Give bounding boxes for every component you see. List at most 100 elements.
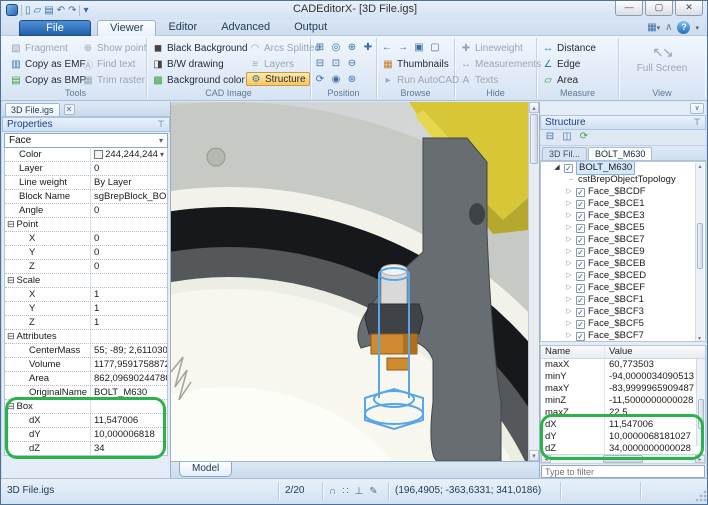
- collapsed-icon[interactable]: ▷: [565, 210, 573, 222]
- checkbox-checked[interactable]: ✓: [576, 248, 585, 257]
- collapse-icon[interactable]: ⊟: [7, 275, 15, 285]
- collapse-panel-icon[interactable]: ∨: [690, 103, 704, 114]
- run-autocad-button[interactable]: ▸Run AutoCAD: [379, 73, 462, 87]
- property-row-scale-z[interactable]: Z1: [5, 316, 167, 330]
- find-text-button[interactable]: ⒶFind text: [79, 57, 138, 71]
- category-row-box[interactable]: ⊟Box: [5, 400, 167, 414]
- category-row-attributes[interactable]: ⊟Attributes: [5, 330, 167, 344]
- checkbox-checked[interactable]: ✓: [576, 200, 585, 209]
- restore-button[interactable]: ▢: [645, 1, 673, 16]
- skin-selector-icon[interactable]: ▦▾: [647, 22, 660, 33]
- face-label[interactable]: Face_$BCF5: [588, 318, 644, 330]
- table-scrollbar[interactable]: [696, 359, 705, 446]
- property-row-layer[interactable]: Layer0: [5, 162, 167, 176]
- resize-grip[interactable]: [695, 490, 707, 502]
- property-row-blockname[interactable]: Block NamesgBrepBlock_BOLT_M6: [5, 190, 167, 204]
- tree-root-row[interactable]: ◢ ✓ BOLT_M630: [541, 162, 705, 174]
- collapsed-icon[interactable]: ▷: [565, 318, 573, 330]
- save-icon[interactable]: ▤: [44, 4, 53, 17]
- collapsed-icon[interactable]: ▷: [565, 198, 573, 210]
- scrollbar-thumb[interactable]: [603, 455, 643, 463]
- split-horizontal-icon[interactable]: ⊟: [543, 131, 557, 144]
- perpendicular-icon[interactable]: ⊥: [355, 483, 364, 500]
- checkbox-checked[interactable]: ✓: [576, 260, 585, 269]
- full-screen-button[interactable]: ↖↘Full Screen: [632, 44, 692, 74]
- forward-icon[interactable]: →: [395, 41, 411, 54]
- tree-face-row[interactable]: ▷ ✓ Face_$BCF1: [541, 294, 705, 306]
- scrollbar-thumb[interactable]: [530, 114, 538, 164]
- face-label[interactable]: Face_$BCE3: [588, 210, 645, 222]
- table-row[interactable]: minZ -11,5000000000028: [541, 395, 705, 407]
- property-row-dz[interactable]: dZ34: [5, 442, 167, 456]
- close-tab-icon[interactable]: ✕: [64, 104, 75, 115]
- tab-advanced[interactable]: Advanced: [209, 20, 282, 36]
- refresh-icon[interactable]: ⟳: [577, 131, 591, 144]
- tree-face-row[interactable]: ▷ ✓ Face_$BCE9: [541, 246, 705, 258]
- document-tab[interactable]: 3D File.igs: [5, 103, 60, 116]
- filter-input[interactable]: [541, 465, 705, 478]
- property-row-scale-y[interactable]: Y1: [5, 302, 167, 316]
- collapsed-icon[interactable]: ▷: [565, 222, 573, 234]
- checkbox-checked[interactable]: ✓: [564, 164, 573, 173]
- scroll-right-icon[interactable]: ▸: [695, 455, 705, 463]
- face-label[interactable]: Face_$BCE7: [588, 234, 645, 246]
- checkbox-checked[interactable]: ✓: [576, 320, 585, 329]
- collapse-icon[interactable]: ⊟: [7, 331, 15, 341]
- tree-face-row[interactable]: ▷ ✓ Face_$BCDF: [541, 186, 705, 198]
- black-background-button[interactable]: ◼Black Background: [149, 41, 251, 55]
- zoom-in-button[interactable]: ⊕: [344, 41, 360, 54]
- scroll-up-icon[interactable]: ▴: [698, 164, 701, 170]
- checkbox-checked[interactable]: ✓: [576, 236, 585, 245]
- property-row-lineweight[interactable]: Line weightBy Layer: [5, 176, 167, 190]
- face-label[interactable]: Face_$BCE9: [588, 246, 645, 258]
- draw-icon[interactable]: ✎: [369, 483, 377, 500]
- property-row-volume[interactable]: Volume1177,95917588722: [5, 358, 167, 372]
- face-label[interactable]: Face_$BCEF: [588, 282, 645, 294]
- checkbox-checked[interactable]: ✓: [576, 272, 585, 281]
- collapsed-icon[interactable]: ▷: [565, 246, 573, 258]
- checkbox-checked[interactable]: ✓: [576, 224, 585, 233]
- face-label[interactable]: Face_$BCE1: [588, 198, 645, 210]
- property-row-color[interactable]: Color244,244,244▾: [5, 148, 167, 162]
- property-row-originalname[interactable]: OriginalNameBOLT_M630: [5, 386, 167, 400]
- tree-face-row[interactable]: ▷ ✓ Face_$BCED: [541, 270, 705, 282]
- rotate-view-button[interactable]: ⟳: [312, 73, 328, 86]
- face-label[interactable]: Face_$BCED: [588, 270, 646, 282]
- minimize-ribbon-icon[interactable]: ∧: [665, 22, 672, 33]
- checkbox-checked[interactable]: ✓: [576, 188, 585, 197]
- minimize-button[interactable]: —: [615, 1, 643, 16]
- tab-viewer[interactable]: Viewer: [97, 20, 156, 36]
- scroll-left-icon[interactable]: ◂: [541, 455, 551, 463]
- orbit-button[interactable]: ⊞: [312, 41, 328, 54]
- collapsed-icon[interactable]: ▷: [565, 258, 573, 270]
- checkbox-checked[interactable]: ✓: [576, 308, 585, 317]
- tree-face-row[interactable]: ▷ ✓ Face_$BCF3: [541, 306, 705, 318]
- face-label[interactable]: Face_$BCE5: [588, 222, 645, 234]
- zoom-out-button[interactable]: ⊖: [344, 57, 360, 70]
- face-label[interactable]: Face_$BCF1: [588, 294, 644, 306]
- scroll-down-icon[interactable]: ▾: [698, 335, 701, 342]
- hide-measurements-button[interactable]: ↔Measurements: [457, 57, 544, 71]
- snap-button[interactable]: ⊟: [312, 57, 328, 70]
- open-file-icon[interactable]: ▱: [34, 4, 42, 17]
- thumbnails-button[interactable]: ▦Thumbnails: [379, 57, 452, 71]
- table-row[interactable]: dY 10,0000068181027: [541, 431, 705, 443]
- back-icon[interactable]: ←: [379, 41, 395, 54]
- measure-edge-button[interactable]: ∠Edge: [539, 57, 583, 71]
- checkbox-checked[interactable]: ✓: [576, 296, 585, 305]
- tree-face-row[interactable]: ▷ ✓ Face_$BCEF: [541, 282, 705, 294]
- tree-face-row[interactable]: ▷ ✓ Face_$BCEB: [541, 258, 705, 270]
- previous-doc-icon[interactable]: ▣: [411, 41, 427, 54]
- property-row-point-z[interactable]: Z0: [5, 260, 167, 274]
- fragment-button[interactable]: ▧Fragment: [7, 41, 71, 55]
- face-label[interactable]: Face_$BCDF: [588, 186, 646, 198]
- hide-lineweight-button[interactable]: ✚Lineweight: [457, 41, 526, 55]
- collapse-icon[interactable]: ⊟: [7, 401, 15, 411]
- zoom-window-button[interactable]: ◎: [328, 41, 344, 54]
- face-label[interactable]: Face_$BCF7: [588, 330, 644, 342]
- property-row-angle[interactable]: Angle0: [5, 204, 167, 218]
- model-tab[interactable]: Model: [179, 462, 232, 477]
- collapsed-icon[interactable]: ▷: [565, 270, 573, 282]
- table-row[interactable]: maxY -83,9999965909487: [541, 383, 705, 395]
- checkbox-checked[interactable]: ✓: [576, 284, 585, 293]
